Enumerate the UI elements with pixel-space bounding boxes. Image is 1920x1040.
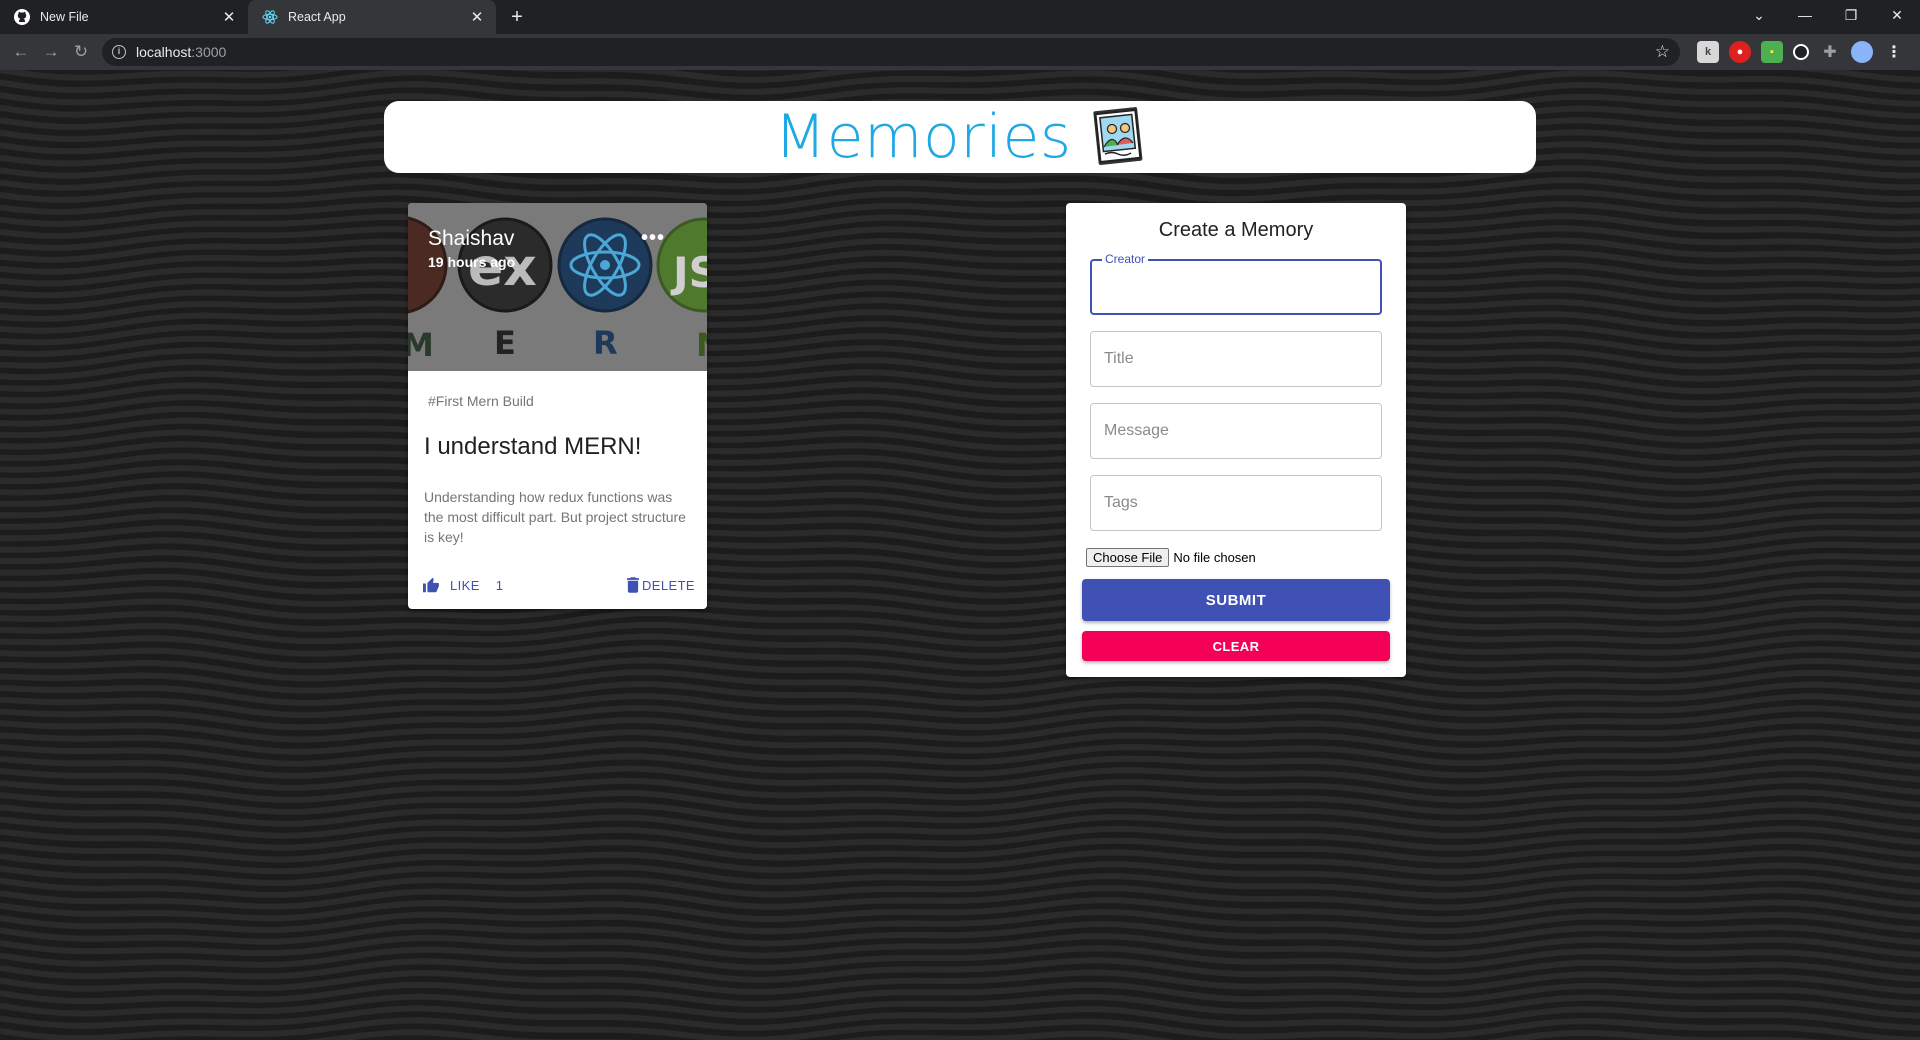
info-icon[interactable]: i: [112, 45, 126, 59]
thumb-up-icon: [423, 577, 439, 593]
tab-title: New File: [40, 10, 89, 24]
browser-tab-bar: New File ✕ React App ✕ + ⌄ — ❐ ✕: [0, 0, 1920, 34]
extension-icon[interactable]: ●: [1729, 41, 1751, 63]
app-bar: Memories: [384, 101, 1536, 173]
clear-button[interactable]: CLEAR: [1082, 631, 1390, 661]
image-letter-r: R: [593, 324, 618, 362]
forward-icon[interactable]: →: [36, 37, 66, 67]
close-window-button[interactable]: ✕: [1874, 0, 1920, 30]
github-icon: [14, 9, 30, 25]
image-letter-e: E: [494, 324, 516, 362]
new-tab-button[interactable]: +: [502, 0, 532, 34]
minimize-button[interactable]: —: [1782, 0, 1828, 30]
page-content: Memories ex JS M E R Shaishav 19 hours a…: [0, 70, 1920, 1040]
like-label: LIKE: [450, 577, 480, 593]
file-input: Choose File No file chosen: [1086, 548, 1256, 567]
menu-dots-icon[interactable]: ⋮: [1883, 41, 1905, 63]
url-text[interactable]: localhost:3000: [136, 44, 1655, 60]
reload-icon[interactable]: ↻: [66, 37, 96, 67]
creator-label: Creator: [1102, 252, 1149, 266]
delete-label: DELETE: [642, 577, 695, 593]
like-count: 1: [495, 577, 504, 593]
post-time: 19 hours ago: [428, 254, 516, 270]
post-creator: Shaishav: [428, 227, 515, 250]
window-controls: ⌄ — ❐ ✕: [1736, 0, 1920, 32]
post-tags: #First Mern Build: [428, 393, 534, 409]
tab-search-icon[interactable]: ⌄: [1736, 0, 1782, 30]
tab-new-file[interactable]: New File ✕: [0, 0, 248, 34]
extension-icon[interactable]: ▪: [1761, 41, 1783, 63]
form-heading: Create a Memory: [1158, 219, 1314, 241]
svg-text:M: M: [408, 326, 434, 364]
tags-field[interactable]: Tags: [1090, 475, 1382, 531]
avatar[interactable]: [1851, 41, 1873, 63]
create-memory-form: Create a Memory Creator Title Message Ta…: [1066, 203, 1406, 677]
extension-icon[interactable]: [1793, 44, 1809, 60]
delete-button[interactable]: DELETE: [627, 577, 695, 593]
trash-icon: [627, 577, 640, 593]
back-icon[interactable]: ←: [6, 37, 36, 67]
svg-text:N: N: [696, 326, 707, 364]
react-icon: [262, 10, 278, 24]
svg-text:JS: JS: [670, 248, 707, 297]
browser-toolbar: ← → ↻ i localhost:3000 ☆ k ● ▪ ✚ ⋮: [0, 34, 1920, 70]
tags-placeholder: Tags: [1104, 494, 1138, 511]
title-placeholder: Title: [1104, 350, 1134, 367]
post-message: Understanding how redux functions was th…: [424, 489, 686, 545]
close-icon[interactable]: ✕: [220, 8, 238, 26]
like-button[interactable]: LIKE 1: [422, 577, 503, 593]
restore-button[interactable]: ❐: [1828, 0, 1874, 30]
address-bar[interactable]: i localhost:3000 ☆: [102, 38, 1680, 66]
more-options-button[interactable]: •••: [641, 227, 665, 250]
extensions-area: k ● ▪ ✚ ⋮: [1692, 41, 1910, 63]
message-placeholder: Message: [1104, 422, 1169, 439]
post-card: ex JS M N E R Shaishav 19 hours ago •••: [408, 203, 707, 609]
post-title: I understand MERN!: [424, 433, 642, 460]
title-field[interactable]: Title: [1090, 331, 1382, 387]
message-field[interactable]: Message: [1090, 403, 1382, 459]
bookmark-star-icon[interactable]: ☆: [1655, 42, 1670, 62]
choose-file-button[interactable]: Choose File: [1086, 548, 1170, 567]
post-image: ex JS M N E R Shaishav 19 hours ago •••: [408, 203, 707, 371]
extension-icon[interactable]: k: [1697, 41, 1719, 63]
app-title: Memories: [774, 102, 1072, 172]
tab-title: React App: [288, 10, 346, 24]
creator-field[interactable]: Creator: [1090, 252, 1382, 315]
wave-background: [0, 70, 1920, 1040]
file-status: No file chosen: [1173, 550, 1256, 565]
puzzle-icon[interactable]: ✚: [1819, 41, 1841, 63]
post-overlay: Shaishav 19 hours ago: [428, 227, 515, 270]
submit-button[interactable]: SUBMIT: [1082, 579, 1390, 621]
memories-logo-icon: [1093, 107, 1143, 165]
post-actions: LIKE 1 DELETE: [408, 573, 707, 603]
close-icon[interactable]: ✕: [468, 8, 486, 26]
tab-react-app[interactable]: React App ✕: [248, 0, 496, 34]
